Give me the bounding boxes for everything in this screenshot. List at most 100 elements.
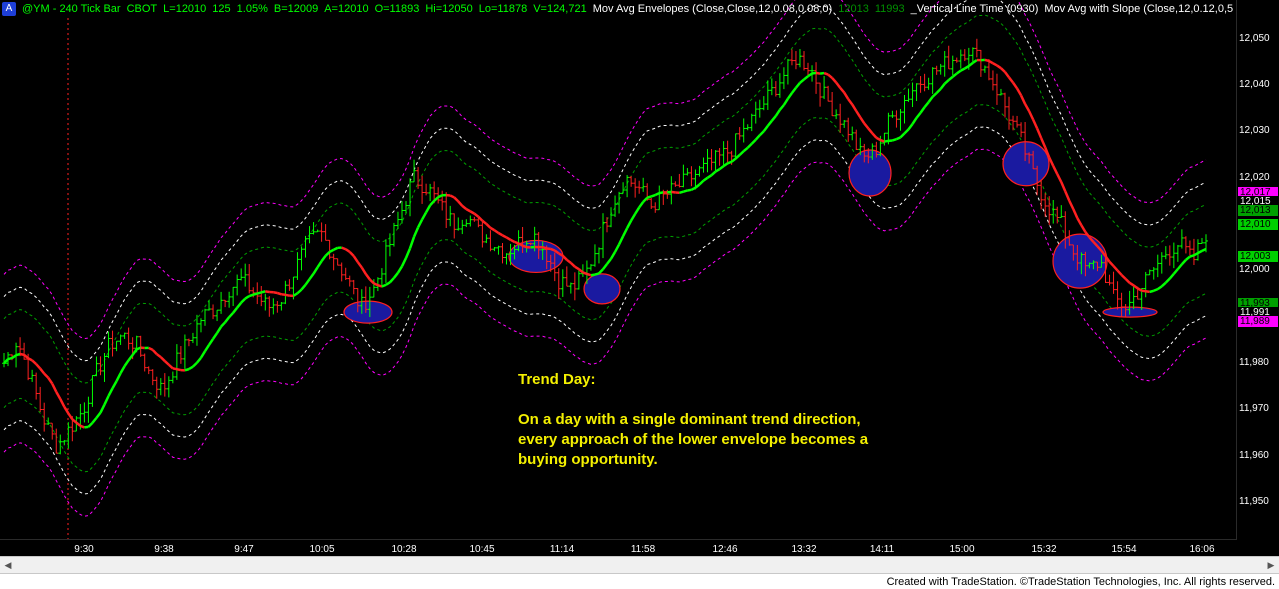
moving-average-falling [373, 282, 379, 287]
moving-average-falling [1027, 110, 1035, 121]
moving-average-rising [304, 278, 311, 286]
moving-average-rising [895, 136, 901, 141]
moving-average-falling [43, 372, 50, 379]
moving-average-rising [794, 82, 801, 89]
high-price: Hi=12050 [425, 3, 473, 15]
chart-window[interactable]: A @YM - 240 Tick Bar CBOT L=12010 125 1.05% B=… [0, 0, 1279, 556]
moving-average-rising [199, 350, 207, 359]
moving-average-rising [630, 213, 637, 222]
moving-average-falling [843, 91, 850, 100]
moving-average-falling [348, 251, 355, 257]
buy-zone-highlight-5 [1002, 141, 1050, 187]
time-axis-separator [0, 539, 1236, 540]
moving-average-rising [1189, 254, 1195, 258]
moving-average-falling [364, 273, 371, 281]
time-tick-label: 10:28 [391, 544, 417, 555]
moving-average-rising [907, 123, 914, 131]
price-axis[interactable]: 12,050 12,040 12,030 12,020 12,010 12,000 11,9… [1237, 0, 1279, 540]
moving-average-rising [433, 196, 440, 202]
moving-average-rising [762, 125, 769, 133]
envelope-upper-value: 12013 [838, 3, 869, 15]
scroll-left-icon[interactable]: ◀ [1, 558, 15, 572]
horizontal-scrollbar[interactable]: ◀ ▶ [0, 556, 1279, 574]
chart-analysis-badge[interactable]: A [2, 2, 16, 16]
moving-average-rising [292, 292, 299, 297]
moving-average-rising [1164, 277, 1171, 284]
moving-average-rising [385, 281, 391, 286]
moving-average-rising [425, 204, 432, 214]
last-price: L=12010 [163, 3, 207, 15]
moving-average-rising [638, 201, 645, 209]
mov-avg-slope-study-label[interactable]: Mov Avg with Slope (Close,12,0.12,0,5 [1044, 3, 1233, 15]
moving-average-falling [835, 81, 842, 89]
vertical-line-study-label[interactable]: _Vertical Line Time (0930) [911, 3, 1039, 15]
moving-average-rising [1149, 289, 1155, 294]
envelope-study-label[interactable]: Mov Avg Envelopes (Close,Close,12,0.08,0… [593, 3, 833, 15]
moving-average-falling [31, 359, 38, 365]
moving-average-rising [947, 75, 954, 82]
moving-average-falling [839, 86, 846, 94]
price-tick-label: 11,980 [1239, 357, 1269, 369]
moving-average-rising [727, 160, 733, 165]
moving-average-falling [542, 246, 548, 250]
moving-average-rising [646, 195, 652, 199]
moving-average-rising [389, 277, 395, 284]
exchange-label: CBOT [126, 3, 158, 15]
moving-average-falling [574, 265, 580, 271]
moving-average-falling [815, 71, 821, 75]
moving-average-rising [694, 183, 701, 189]
scroll-right-icon[interactable]: ▶ [1264, 558, 1278, 572]
buy-zone-highlight-3 [583, 273, 621, 305]
moving-average-falling [148, 346, 154, 352]
moving-average-rising [416, 218, 424, 229]
moving-average-falling [273, 291, 278, 295]
moving-average-rising [103, 395, 110, 406]
moving-average-rising [951, 72, 958, 78]
moving-average-falling [47, 377, 54, 385]
moving-average-rising [766, 120, 773, 127]
moving-average-rising [312, 266, 319, 275]
moving-average-falling [851, 103, 858, 112]
moving-average-rising [790, 86, 797, 94]
moving-average-falling [1080, 224, 1087, 233]
time-tick-label: 10:05 [309, 544, 335, 555]
buy-zone-highlight-6 [1052, 233, 1108, 289]
price-marker-label: 11,989 [1238, 316, 1278, 328]
moving-average-rising [228, 311, 235, 319]
time-tick-label: 14:11 [869, 544, 895, 555]
moving-average-rising [750, 138, 757, 145]
moving-average-falling [1008, 76, 1015, 84]
moving-average-falling [1124, 277, 1131, 284]
time-tick-label: 9:47 [234, 544, 254, 555]
moving-average-rising [256, 291, 262, 295]
moving-average-falling [1003, 71, 1011, 79]
moving-average-rising [892, 137, 897, 142]
moving-average-rising [381, 283, 387, 288]
moving-average-falling [55, 391, 62, 400]
moving-average-falling [1076, 217, 1083, 226]
bid-price: B=12009 [273, 3, 319, 15]
moving-average-rising [698, 179, 705, 186]
moving-average-falling [1056, 173, 1063, 183]
moving-average-falling [582, 271, 588, 276]
moving-average-falling [67, 412, 74, 421]
moving-average-falling [561, 254, 568, 261]
moving-average-rising [679, 190, 684, 195]
moving-average-rising [220, 321, 227, 328]
moving-average-rising [758, 130, 765, 137]
moving-average-rising [634, 206, 641, 215]
moving-average-falling [75, 421, 82, 427]
price-tick-label: 11,950 [1239, 496, 1269, 508]
moving-average-rising [107, 387, 114, 397]
moving-average-rising [316, 260, 323, 268]
time-tick-label: 9:38 [154, 544, 174, 555]
moving-average-falling [1068, 200, 1075, 210]
moving-average-rising [884, 139, 889, 143]
moving-average-rising [212, 332, 219, 340]
moving-average-falling [79, 424, 85, 429]
moving-average-falling [1036, 127, 1043, 139]
price-tick-label: 12,040 [1239, 78, 1270, 90]
moving-average-falling [988, 59, 994, 65]
moving-average-falling [1132, 284, 1139, 290]
moving-average-rising [927, 96, 934, 103]
